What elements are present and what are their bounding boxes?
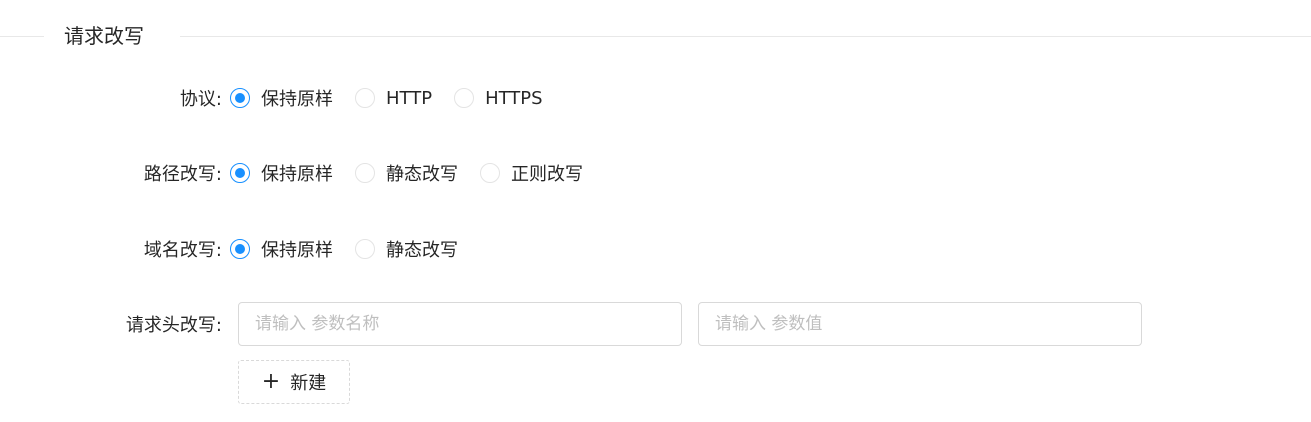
domain-rewrite-option-keep[interactable]: 保持原样 [230, 236, 333, 262]
domain-rewrite-option-static[interactable]: 静态改写 [355, 236, 458, 262]
form-row-path-rewrite: 路径改写: 保持原样 静态改写 正则改写 [0, 157, 605, 189]
form-row-protocol: 协议: 保持原样 HTTP HTTPS [0, 82, 565, 114]
radio-checked-icon[interactable] [230, 163, 250, 183]
radio-unchecked-icon[interactable] [480, 163, 500, 183]
protocol-option-http[interactable]: HTTP [355, 88, 432, 109]
domain-rewrite-label: 域名改写: [143, 240, 222, 261]
protocol-radio-group: 保持原样 HTTP HTTPS [230, 85, 565, 111]
section-divider [0, 36, 1311, 37]
radio-label: 保持原样 [261, 89, 333, 110]
header-rewrite-label: 请求头改写: [125, 315, 222, 336]
radio-label: 保持原样 [261, 164, 333, 185]
radio-unchecked-icon[interactable] [454, 88, 475, 108]
form-row-header-rewrite: 请求头改写: [0, 308, 230, 340]
protocol-option-keep[interactable]: 保持原样 [230, 85, 333, 111]
radio-unchecked-icon[interactable] [355, 163, 375, 183]
divider-line-left [0, 36, 44, 37]
radio-unchecked-icon[interactable] [355, 239, 375, 259]
header-name-input[interactable] [238, 302, 682, 346]
protocol-label: 协议: [179, 89, 222, 110]
divider-line-right [180, 36, 1311, 37]
radio-label: 静态改写 [386, 164, 458, 185]
form-row-domain-rewrite: 域名改写: 保持原样 静态改写 [0, 233, 480, 265]
section-title: 请求改写 [64, 24, 144, 48]
radio-unchecked-icon[interactable] [355, 88, 375, 108]
add-header-button[interactable]: + 新建 [238, 360, 350, 404]
radio-label: HTTPS [485, 87, 543, 109]
path-rewrite-option-keep[interactable]: 保持原样 [230, 160, 333, 186]
radio-checked-icon[interactable] [230, 239, 250, 259]
radio-label: 静态改写 [386, 240, 458, 261]
path-rewrite-label: 路径改写: [143, 164, 222, 185]
path-rewrite-option-static[interactable]: 静态改写 [355, 160, 458, 186]
radio-checked-icon[interactable] [230, 88, 250, 108]
path-rewrite-option-regex[interactable]: 正则改写 [480, 160, 583, 186]
path-rewrite-radio-group: 保持原样 静态改写 正则改写 [230, 160, 605, 186]
domain-rewrite-radio-group: 保持原样 静态改写 [230, 236, 480, 262]
radio-label: 保持原样 [261, 240, 333, 261]
radio-label: 正则改写 [511, 164, 583, 185]
plus-icon: + [261, 369, 281, 394]
header-value-input[interactable] [698, 302, 1142, 346]
radio-label: HTTP [386, 87, 433, 109]
add-button-label: 新建 [290, 373, 327, 394]
protocol-option-https[interactable]: HTTPS [454, 88, 543, 109]
